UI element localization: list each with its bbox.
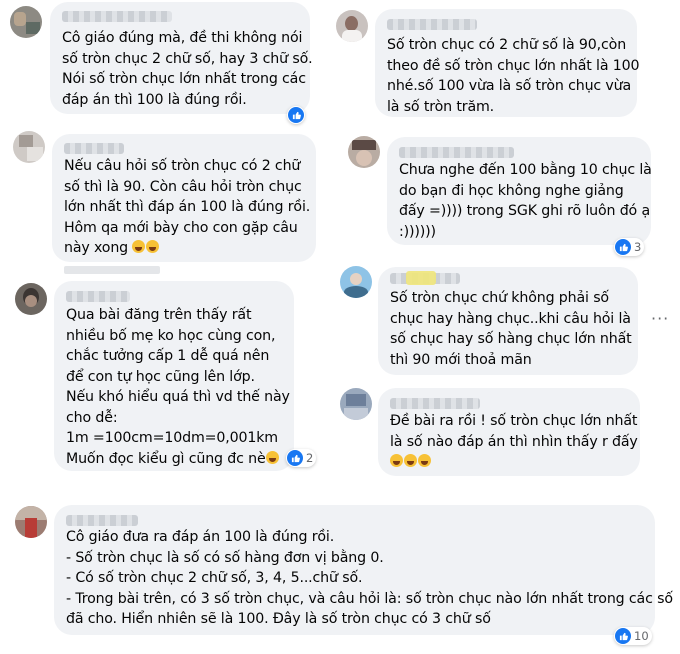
avatar[interactable] <box>340 266 372 298</box>
comment-line: chục hay hàng chục..khi câu hỏi là <box>390 310 631 327</box>
comment-line: - Số tròn chục là số có số hàng đơn vị b… <box>66 549 384 566</box>
comment-line: - Trong bài trên, có 3 số tròn chục, và … <box>66 590 673 607</box>
comment-line: là số tròn trăm. <box>387 98 495 115</box>
comment-bubble: Đề bài ra rồi ! số tròn chục lớn nhất là… <box>378 388 640 476</box>
comment-line: này xong <box>64 238 160 259</box>
comment-line: nhiều bố mẹ ko học cùng con, <box>66 327 276 344</box>
comment-line: theo đề số tròn chục lớn nhất là 100 <box>387 57 640 74</box>
comment-line: :)))))) <box>399 223 436 240</box>
comment-bubble: Chưa nghe đến 100 bằng 10 chục là do bạn… <box>387 137 652 245</box>
like-icon <box>287 450 303 466</box>
comment-line: để con tự học cũng lên lớp. <box>66 368 255 385</box>
comment-line: do bạn đi học không nghe giảng <box>399 182 624 199</box>
reaction-count: 3 <box>634 240 642 254</box>
avatar[interactable] <box>15 283 47 315</box>
author-name <box>406 271 436 285</box>
comment-line: Cô giáo đưa ra đáp án 100 là đúng rồi. <box>66 529 335 545</box>
author-name[interactable] <box>390 398 480 409</box>
reaction-badge[interactable] <box>287 106 305 124</box>
comment-line: Số tròn chục chứ không phải số <box>390 290 609 306</box>
author-name[interactable] <box>387 19 477 30</box>
comment-line: - Có số tròn chục 2 chữ số, 3, 4, 5...ch… <box>66 570 363 586</box>
comment-line: số thì là 90. Còn câu hỏi tròn chục <box>64 178 302 195</box>
like-icon <box>288 107 304 123</box>
comment-line: đấy =)))) trong SGK ghi rõ luôn đó ạ <box>399 203 650 219</box>
like-icon <box>615 239 631 255</box>
comment-line: Hôm qa mới bày cho con gặp câu <box>64 219 298 236</box>
reaction-badge[interactable]: 3 <box>614 238 645 256</box>
reaction-count: 10 <box>634 629 649 643</box>
reaction-badge[interactable]: 10 <box>614 627 652 645</box>
avatar[interactable] <box>348 136 380 168</box>
avatar[interactable] <box>13 131 45 163</box>
laughing-emoji-icon <box>146 240 160 253</box>
comment-line: nhé.số 100 vừa là số tròn chục vừa <box>387 78 632 94</box>
comment-bubble: Số tròn chục chứ không phải số chục hay … <box>378 267 638 375</box>
comment-actions <box>64 266 160 274</box>
comment-line: đáp án thì 100 là đúng rồi. <box>62 91 247 108</box>
comment-line: thì 90 mới thoả mãn <box>390 351 532 368</box>
author-name[interactable] <box>66 291 130 302</box>
comment-line: Cô giáo đúng mà, đề thi không nói <box>62 30 303 46</box>
laughing-emoji-icon <box>404 454 417 467</box>
reaction-count: 2 <box>306 451 314 465</box>
comment-line: Muốn đọc kiểu gì cũng đc nè <box>66 450 266 467</box>
comment-line: số tròn chục 2 chữ số, hay 3 chữ số. <box>62 50 313 67</box>
comment-line: Nói số tròn chục lớn nhất trong các <box>62 71 306 87</box>
comment-bubble: Số tròn chục có 2 chữ số là 90,còn theo … <box>375 9 640 117</box>
comment-line: chắc tưởng cấp 1 dễ quá nên <box>66 348 270 364</box>
smiling-emoji-icon <box>265 450 279 464</box>
like-icon <box>615 628 631 644</box>
comment-line: Nếu khó hiểu quá thì vd thế này <box>66 389 290 405</box>
avatar[interactable] <box>15 506 47 538</box>
comment-line: 1m =100cm=10dm=0,001km <box>66 430 278 446</box>
laughing-emoji-icon <box>390 454 403 467</box>
author-name[interactable] <box>399 147 514 158</box>
laughing-emoji-icon <box>418 454 431 467</box>
comment-line: này xong <box>64 240 129 256</box>
more-options-icon[interactable]: ··· <box>651 309 669 328</box>
comment-bubble: Nếu câu hỏi số tròn chục có 2 chữ số thì… <box>52 134 316 262</box>
comment-line: lớn nhất thì đáp án 100 là đúng rồi. <box>64 199 311 215</box>
comment-bubble: Qua bài đăng trên thấy rất nhiều bố mẹ k… <box>54 281 294 471</box>
comment-line: số chục hay số hàng chục lớn nhất <box>390 331 632 347</box>
comment-line: Nếu câu hỏi số tròn chục có 2 chữ <box>64 158 301 174</box>
emoji-row <box>390 452 432 473</box>
comment-line: Số tròn chục có 2 chữ số là 90,còn <box>387 37 627 53</box>
comment-line: Chưa nghe đến 100 bằng 10 chục là <box>399 162 652 178</box>
comment-line: Qua bài đăng trên thấy rất <box>66 307 252 323</box>
comment-bubble: Cô giáo đưa ra đáp án 100 là đúng rồi. -… <box>54 505 673 635</box>
avatar[interactable] <box>336 10 368 42</box>
avatar[interactable] <box>340 388 372 420</box>
comment-line: là số nào đáp án thì nhìn thấy r đấy <box>390 433 638 450</box>
reaction-badge[interactable]: 2 <box>286 449 317 467</box>
comment-bubble: Cô giáo đúng mà, đề thi không nói số trò… <box>50 2 313 114</box>
comment-line: đã cho. Hiển nhiên sẽ là 100. Đây là số … <box>66 611 491 627</box>
comment-line: Muốn đọc kiểu gì cũng đc nè <box>66 449 280 470</box>
author-name[interactable] <box>62 11 172 22</box>
laughing-emoji-icon <box>132 240 146 253</box>
comment-line: cho dễ: <box>66 409 118 426</box>
author-name[interactable] <box>64 143 124 154</box>
author-name[interactable] <box>66 515 138 526</box>
comment-line: Đề bài ra rồi ! số tròn chục lớn nhất <box>390 413 638 429</box>
avatar[interactable] <box>10 6 42 38</box>
